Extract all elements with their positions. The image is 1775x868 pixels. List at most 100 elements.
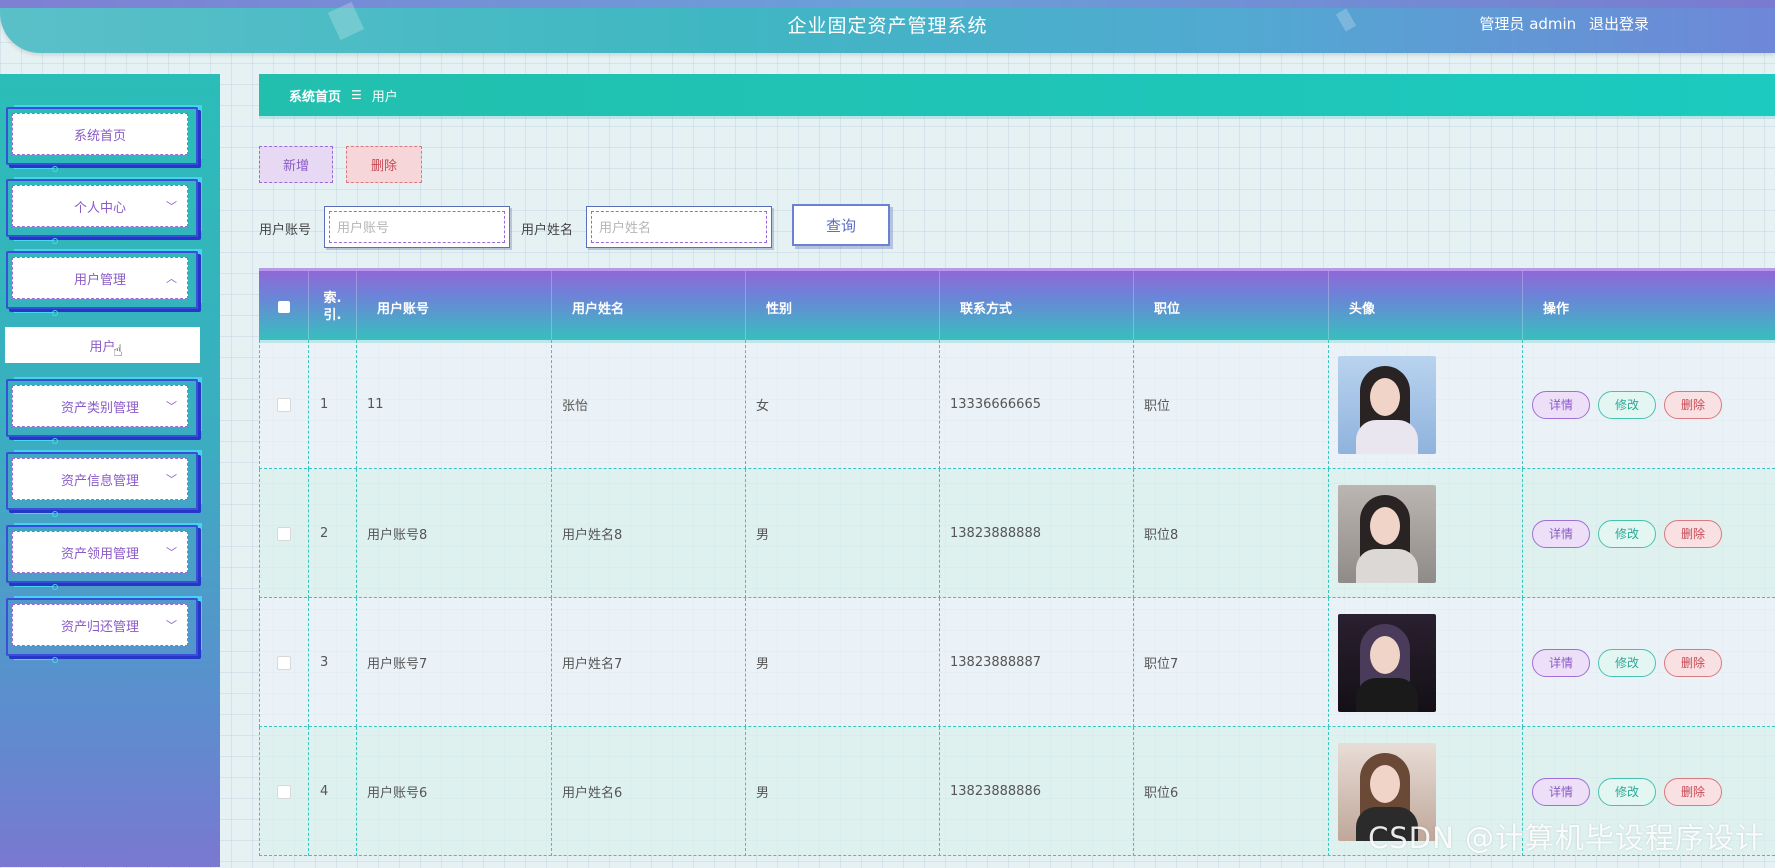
row-select-cell: [259, 469, 309, 598]
column-header-gender: 性别: [746, 271, 940, 343]
chevron-down-icon: ﹀: [166, 619, 177, 632]
cell-gender: 女: [746, 340, 940, 469]
account-search-input[interactable]: [335, 217, 489, 239]
row-checkbox[interactable]: [277, 526, 291, 541]
cell-phone: 13823888887: [940, 598, 1134, 727]
sidebar-item-label: 个人中心: [73, 200, 126, 216]
chevron-up-icon: ︿: [166, 272, 177, 285]
sidebar-item-home[interactable]: 系统首页: [6, 107, 198, 172]
sidebar-item-label: 用户管理: [73, 272, 126, 288]
column-header-phone: 联系方式: [940, 271, 1134, 343]
menu-separator-icon: ☰: [351, 88, 362, 102]
delete-button[interactable]: 删除: [1664, 390, 1722, 419]
batch-delete-button[interactable]: 删除: [346, 146, 422, 183]
add-button[interactable]: 新增: [259, 146, 333, 183]
cell-account: 11: [357, 340, 552, 469]
table-row: 2 用户账号8 用户姓名8 男 13823888888 职位8 详情 修改 删除: [259, 469, 1775, 598]
query-button[interactable]: 查询: [792, 204, 890, 246]
header-select-all[interactable]: [259, 271, 309, 343]
submenu-item-users[interactable]: 用户: [5, 327, 200, 363]
cell-account: 用户账号6: [357, 727, 552, 856]
sidebar-item-asset-info[interactable]: 资产信息管理 ﹀: [6, 452, 198, 517]
chevron-down-icon: ﹀: [166, 200, 177, 213]
cell-gender: 男: [746, 727, 940, 856]
cell-gender: 男: [746, 598, 940, 727]
row-select-cell: [259, 727, 309, 856]
detail-button[interactable]: 详情: [1532, 390, 1590, 419]
row-select-cell: [259, 598, 309, 727]
chevron-down-icon: ﹀: [166, 546, 177, 559]
cell-name: 张怡: [552, 340, 746, 469]
breadcrumb-current: 用户: [371, 89, 398, 105]
breadcrumb: 系统首页 ☰ 用户: [259, 74, 1775, 116]
cell-account: 用户账号7: [357, 598, 552, 727]
column-header-position: 职位: [1134, 271, 1329, 343]
cell-position: 职位: [1134, 340, 1329, 469]
sidebar-item-asset-category[interactable]: 资产类别管理 ﹀: [6, 379, 198, 444]
detail-button[interactable]: 详情: [1532, 648, 1590, 677]
table-row: 3 用户账号7 用户姓名7 男 13823888887 职位7 详情 修改 删除: [259, 598, 1775, 727]
cell-phone: 13336666665: [940, 340, 1134, 469]
table-row: 1 11 张怡 女 13336666665 职位 详情 修改 删除: [259, 340, 1775, 469]
cell-phone: 13823888888: [940, 469, 1134, 598]
logout-link[interactable]: 退出登录: [1589, 15, 1649, 33]
edit-button[interactable]: 修改: [1598, 777, 1656, 806]
sidebar-item-label: 系统首页: [73, 128, 126, 144]
delete-button[interactable]: 删除: [1664, 777, 1722, 806]
cell-index: 2: [309, 469, 357, 598]
column-header-account: 用户账号: [357, 271, 552, 343]
watermark-text: CSDN @计算机毕设程序设计: [1368, 821, 1765, 855]
row-checkbox[interactable]: [277, 784, 291, 799]
cell-name: 用户姓名8: [552, 469, 746, 598]
sidebar-item-label: 资产归还管理: [60, 619, 139, 635]
row-checkbox[interactable]: [277, 655, 291, 670]
delete-button[interactable]: 删除: [1664, 519, 1722, 548]
column-header-index: 索. 引.: [309, 271, 357, 343]
sidebar-item-label: 资产信息管理: [60, 473, 139, 489]
sidebar-item-asset-requisition[interactable]: 资产领用管理 ﹀: [6, 525, 198, 590]
name-search-label: 用户姓名: [521, 223, 574, 238]
edit-button[interactable]: 修改: [1598, 519, 1656, 548]
delete-button[interactable]: 删除: [1664, 648, 1722, 677]
column-header-avatar: 头像: [1329, 271, 1523, 343]
account-search-field[interactable]: [324, 206, 510, 248]
cell-name: 用户姓名6: [552, 727, 746, 856]
cell-index: 1: [309, 340, 357, 469]
cell-position: 职位8: [1134, 469, 1329, 598]
user-table: 索. 引. 用户账号 用户姓名 性别 联系方式 职位 头像 操作 1 11 张怡…: [259, 268, 1775, 868]
avatar-image: [1338, 484, 1436, 583]
account-search-label: 用户账号: [259, 223, 312, 238]
breadcrumb-home-link[interactable]: 系统首页: [289, 86, 341, 105]
name-search-field[interactable]: [586, 206, 772, 248]
cell-actions: 详情 修改 删除: [1523, 340, 1775, 469]
chevron-down-icon: ﹀: [166, 400, 177, 413]
cell-gender: 男: [746, 469, 940, 598]
column-header-name: 用户姓名: [552, 271, 746, 343]
sidebar-item-user-management[interactable]: 用户管理 ︿: [6, 251, 198, 316]
cell-position: 职位6: [1134, 727, 1329, 856]
detail-button[interactable]: 详情: [1532, 777, 1590, 806]
cell-name: 用户姓名7: [552, 598, 746, 727]
table-header: 索. 引. 用户账号 用户姓名 性别 联系方式 职位 头像 操作: [259, 268, 1775, 343]
sidebar-item-asset-return[interactable]: 资产归还管理 ﹀: [6, 598, 198, 663]
hand-cursor-icon: ☝: [113, 341, 123, 360]
cell-actions: 详情 修改 删除: [1523, 469, 1775, 598]
cell-account: 用户账号8: [357, 469, 552, 598]
select-all-checkbox[interactable]: [277, 301, 290, 313]
row-select-cell: [259, 340, 309, 469]
sidebar: 系统首页 个人中心 ﹀ 用户管理 ︿ 用户 ☝ 资产类别管理 ﹀ 资产信息管理 ﹀ 资产…: [0, 74, 220, 867]
sidebar-item-label: 资产类别管理: [60, 400, 139, 416]
row-checkbox[interactable]: [277, 397, 291, 412]
cell-position: 职位7: [1134, 598, 1329, 727]
cell-actions: 详情 修改 删除: [1523, 598, 1775, 727]
avatar-image: [1338, 613, 1436, 712]
name-search-input[interactable]: [597, 217, 751, 239]
edit-button[interactable]: 修改: [1598, 648, 1656, 677]
chevron-down-icon: ﹀: [166, 473, 177, 486]
edit-button[interactable]: 修改: [1598, 390, 1656, 419]
column-header-actions: 操作: [1543, 301, 1570, 317]
sidebar-item-personal-center[interactable]: 个人中心 ﹀: [6, 179, 198, 244]
detail-button[interactable]: 详情: [1532, 519, 1590, 548]
cell-phone: 13823888886: [940, 727, 1134, 856]
cell-avatar: [1329, 469, 1523, 598]
